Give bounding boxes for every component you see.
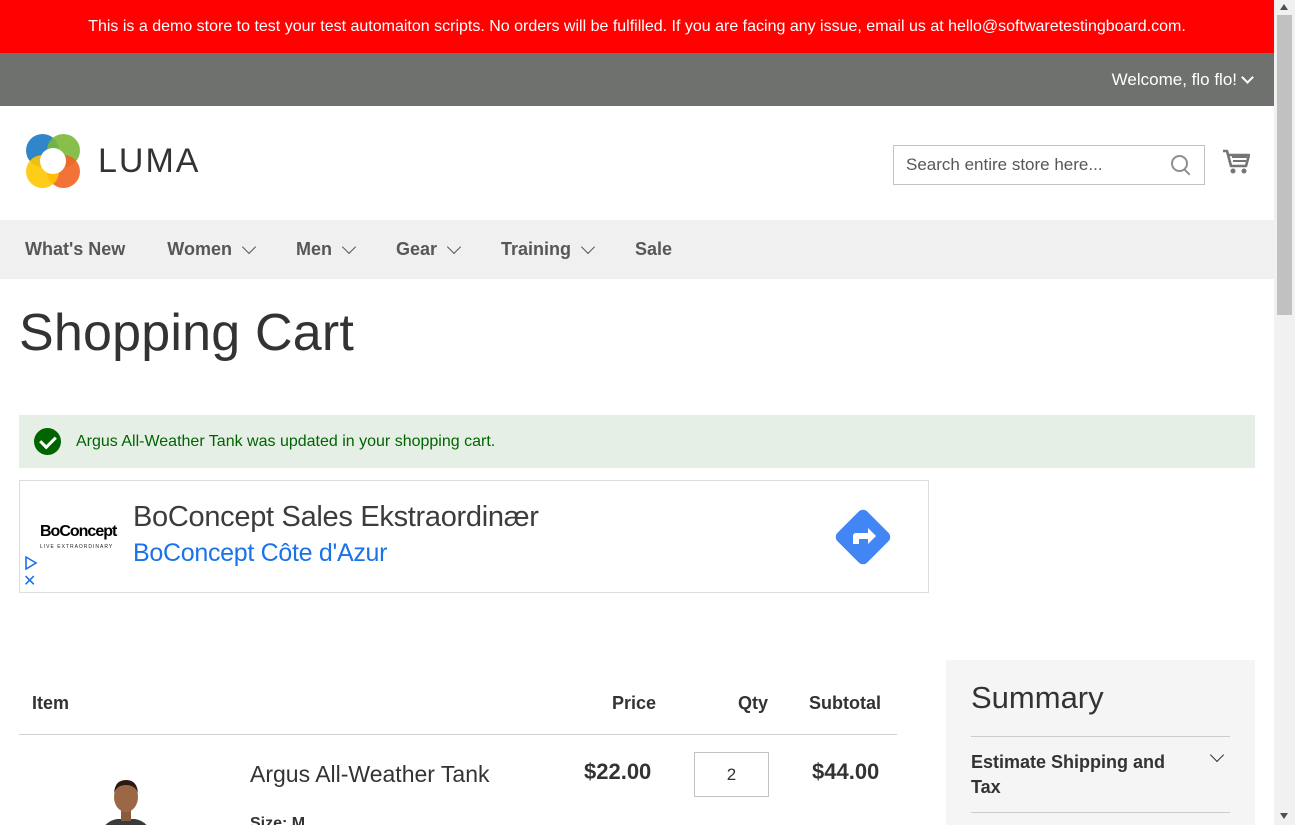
nav-label: Men	[295, 239, 332, 259]
nav-label: Training	[501, 239, 572, 259]
nav-gear[interactable]: Gear	[395, 239, 462, 260]
cart-icon[interactable]	[1222, 146, 1250, 176]
scroll-down-arrow-icon[interactable]	[1280, 813, 1288, 819]
nav-men[interactable]: Men	[295, 239, 357, 260]
item-subtotal: $44.00	[812, 759, 880, 784]
main-navigation: What's New Women Men Gear Training Sale	[0, 220, 1274, 279]
scroll-up-arrow-icon[interactable]	[1280, 4, 1288, 10]
success-message: Argus All-Weather Tank was updated in yo…	[19, 415, 1255, 468]
chevron-down-icon	[1241, 70, 1254, 84]
panel-header: Welcome, flo flo!	[0, 53, 1274, 106]
success-message-text: Argus All-Weather Tank was updated in yo…	[76, 432, 496, 450]
page: This is a demo store to test your test a…	[0, 0, 1274, 825]
estimate-shipping-label: Estimate Shipping and Tax	[971, 752, 1166, 797]
col-price: Price	[612, 693, 657, 713]
chevron-down-icon	[580, 239, 596, 254]
col-qty: Qty	[738, 693, 769, 713]
product-name-link[interactable]: Argus All-Weather Tank	[250, 761, 490, 788]
search-box	[893, 145, 1205, 185]
chevron-down-icon	[341, 239, 357, 254]
summary-title: Summary	[971, 680, 1104, 715]
nav-label: Sale	[635, 239, 673, 259]
nav-label: Gear	[395, 239, 437, 259]
col-item: Item	[32, 693, 70, 713]
directions-arrow-icon[interactable]	[833, 507, 893, 567]
cart-table-header: Item Price Qty Subtotal	[19, 683, 897, 735]
nav-label: What's New	[25, 239, 126, 259]
nav-women[interactable]: Women	[167, 239, 257, 260]
chevron-down-icon	[446, 239, 462, 254]
welcome-text: Welcome, flo flo!	[1111, 69, 1237, 89]
demo-notice-banner: This is a demo store to test your test a…	[0, 0, 1274, 53]
demo-notice-text: This is a demo store to test your test a…	[88, 17, 1186, 35]
search-input[interactable]	[906, 155, 1170, 175]
chevron-down-icon	[241, 239, 257, 254]
site-header: LUMA	[0, 106, 1274, 220]
luma-logo-icon	[26, 134, 80, 188]
chevron-down-icon	[1209, 747, 1225, 763]
product-option: Size: M	[250, 815, 306, 825]
ad-brand-logo: BoConcept LIVE EXTRAORDINARY	[40, 523, 117, 550]
vertical-scrollbar[interactable]	[1274, 0, 1295, 825]
luma-logo[interactable]: LUMA	[26, 134, 200, 188]
nav-sale[interactable]: Sale	[635, 239, 672, 260]
adchoices-icon[interactable]	[24, 556, 38, 570]
ad-brand-tagline: LIVE EXTRAORDINARY	[40, 544, 114, 550]
nav-training[interactable]: Training	[501, 239, 596, 260]
cart-item-row: Argus All-Weather Tank Size: M $22.00 $4…	[19, 735, 897, 825]
cart-table: Item Price Qty Subtotal Argus All-Weathe…	[19, 683, 897, 825]
page-title: Shopping Cart	[19, 304, 355, 362]
cart-summary: Summary Estimate Shipping and Tax	[946, 660, 1255, 825]
logo-text: LUMA	[98, 141, 201, 180]
nav-whats-new[interactable]: What's New	[25, 239, 125, 260]
quantity-input[interactable]	[694, 752, 769, 797]
customer-welcome-menu[interactable]: Welcome, flo flo!	[1111, 69, 1254, 90]
col-subtotal: Subtotal	[809, 693, 881, 713]
ad-close-icon[interactable]: ✕	[23, 574, 36, 590]
ad-brand-text: BoConcept	[40, 523, 117, 540]
advertisement-banner[interactable]: BoConcept LIVE EXTRAORDINARY BoConcept S…	[19, 480, 929, 593]
nav-label: Women	[167, 239, 232, 259]
ad-subtitle[interactable]: BoConcept Côte d'Azur	[133, 539, 387, 568]
search-icon[interactable]	[1170, 154, 1192, 176]
item-price: $22.00	[584, 759, 652, 784]
scrollbar-thumb[interactable]	[1277, 15, 1292, 315]
product-thumbnail[interactable]	[91, 763, 161, 825]
check-circle-icon	[34, 428, 61, 455]
ad-title[interactable]: BoConcept Sales Ekstraordinær	[133, 501, 539, 534]
estimate-shipping-toggle[interactable]: Estimate Shipping and Tax	[971, 736, 1230, 813]
